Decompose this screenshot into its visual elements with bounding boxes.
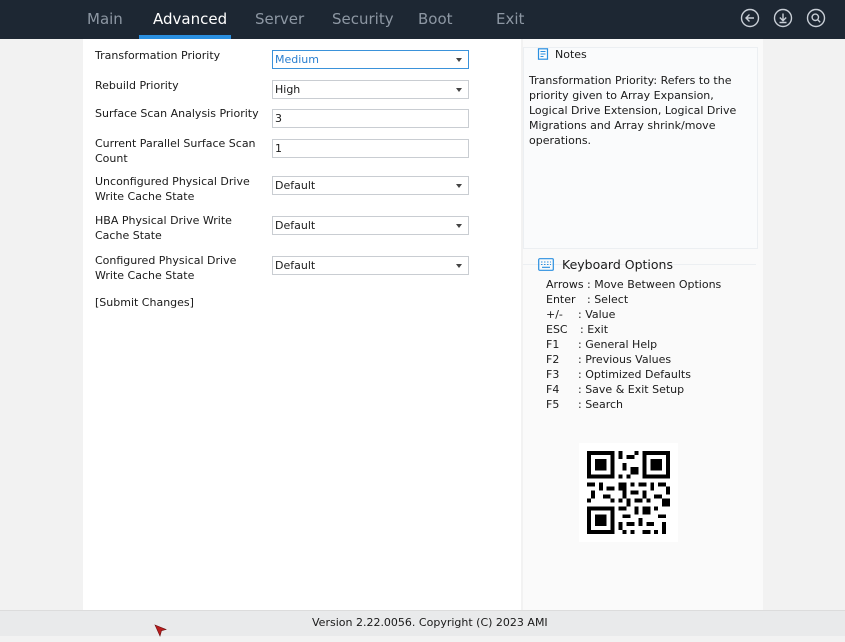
kb-key: F1 <box>546 338 560 351</box>
chevron-down-icon <box>456 58 462 62</box>
notes-text: Transformation Priority: Refers to the p… <box>529 74 737 147</box>
hba-cache-select[interactable]: Default <box>272 216 469 235</box>
setting-label-surface-scan-priority: Surface Scan Analysis Priority <box>95 107 259 120</box>
tab-server[interactable]: Server <box>255 10 304 28</box>
kb-desc: : Optimized Defaults <box>578 368 691 381</box>
tab-security[interactable]: Security <box>332 10 394 28</box>
kb-key: Enter <box>546 293 576 306</box>
kb-desc: : Previous Values <box>578 353 672 366</box>
qr-code <box>579 443 678 542</box>
kb-desc: : Value <box>578 308 616 321</box>
configured-cache-select[interactable]: Default <box>272 256 469 275</box>
kb-desc: : Move Between Options <box>587 278 722 291</box>
chevron-down-icon <box>456 88 462 92</box>
submit-changes-button[interactable]: [Submit Changes] <box>95 296 194 309</box>
keyboard-icon <box>538 258 554 271</box>
footer-version-text: Version 2.22.0056. Copyright (C) 2023 AM… <box>312 616 548 629</box>
setting-label-hba-cache: HBA Physical Drive Write Cache State <box>95 214 232 242</box>
tab-boot[interactable]: Boot <box>418 10 453 28</box>
kb-key: ESC <box>546 323 568 336</box>
tab-main[interactable]: Main <box>87 10 123 28</box>
kb-key: F3 <box>546 368 560 381</box>
chevron-down-icon <box>456 224 462 228</box>
kb-desc: : Search <box>578 398 623 411</box>
chevron-down-icon <box>456 184 462 188</box>
kb-desc: : Select <box>587 293 629 306</box>
notes-title: Notes <box>555 48 587 61</box>
kb-desc: : Save & Exit Setup <box>578 383 685 396</box>
parallel-scan-count-input[interactable]: 1 <box>272 139 469 158</box>
setting-label-rebuild-priority: Rebuild Priority <box>95 79 179 92</box>
chevron-down-icon <box>456 264 462 268</box>
keyboard-options-header: Keyboard Options <box>538 257 673 272</box>
setting-label-parallel-scan-count: Current Parallel Surface Scan Count <box>95 137 256 165</box>
unconfigured-cache-select[interactable]: Default <box>272 176 469 195</box>
kb-key: F5 <box>546 398 560 411</box>
setting-label-configured-cache: Configured Physical Drive Write Cache St… <box>95 254 237 282</box>
keyboard-options-title: Keyboard Options <box>562 257 673 272</box>
kb-key: +/- <box>546 308 563 321</box>
tab-exit[interactable]: Exit <box>496 10 524 28</box>
setting-label-unconfigured-cache: Unconfigured Physical Drive Write Cache … <box>95 175 250 203</box>
transformation-priority-select[interactable]: Medium <box>272 50 469 69</box>
kb-desc: : Exit <box>580 323 609 336</box>
rebuild-priority-select[interactable]: High <box>272 80 469 99</box>
tab-advanced[interactable]: Advanced <box>153 10 227 28</box>
surface-scan-priority-input[interactable]: 3 <box>272 109 469 128</box>
search-icon[interactable] <box>806 8 826 28</box>
setting-label-transformation-priority: Transformation Priority <box>95 49 221 62</box>
notes-header: Notes <box>537 48 587 61</box>
kb-desc: : General Help <box>578 338 658 351</box>
download-icon[interactable] <box>773 8 793 28</box>
notes-icon <box>537 48 549 60</box>
kb-key: F4 <box>546 383 560 396</box>
kb-key: Arrows <box>546 278 584 291</box>
kb-key: F2 <box>546 353 560 366</box>
back-icon[interactable] <box>740 8 760 28</box>
